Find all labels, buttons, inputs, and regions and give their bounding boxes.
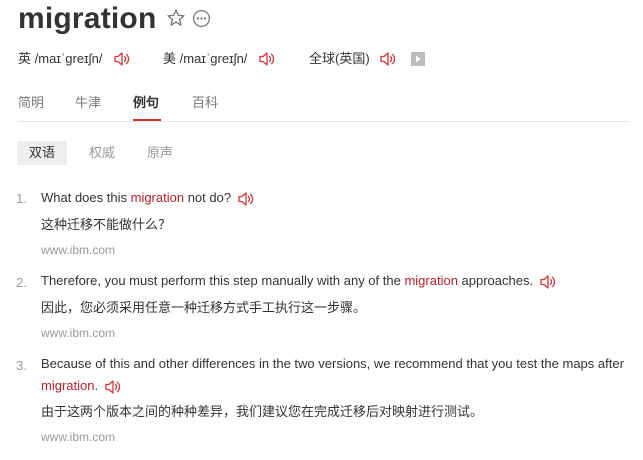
- phonetic-us-label: 美: [163, 51, 177, 66]
- example-speaker-icon[interactable]: [237, 190, 255, 208]
- example-translation-cn: 由于这两个版本之间的种种差异，我们建议您在完成迁移后对映射进行测试。: [41, 404, 484, 419]
- example-text: Therefore, you must perform this step ma…: [41, 273, 405, 288]
- example-text: .: [94, 378, 99, 393]
- phonetic-uk-label: 英: [18, 51, 32, 66]
- example-keyword: migration: [41, 378, 95, 393]
- example-sentence-en: What does this migration not do?: [41, 187, 631, 209]
- tab-concise[interactable]: 简明: [18, 94, 44, 112]
- subtab-authoritative[interactable]: 权威: [89, 141, 115, 165]
- example-text: approaches.: [457, 273, 534, 288]
- play-arrow-icon[interactable]: [411, 52, 425, 66]
- phonetic-us: 美 /maɪˈɡreɪʃn/: [163, 50, 247, 68]
- tabs-divider: [18, 121, 628, 122]
- tab-oxford[interactable]: 牛津: [75, 94, 101, 112]
- active-tab-indicator: [133, 119, 161, 121]
- example-source: www.ibm.com: [41, 326, 116, 340]
- phonetic-global: 全球(英国): [309, 50, 370, 68]
- example-text: What does this: [41, 190, 131, 205]
- example-keyword: migration: [130, 190, 185, 205]
- global-pronounce-speaker-icon[interactable]: [379, 50, 397, 68]
- phonetic-uk-ipa: /maɪˈɡreɪʃn/: [34, 51, 103, 66]
- subtab-bilingual[interactable]: 双语: [17, 141, 68, 165]
- phonetic-us-ipa: /maɪˈɡreɪʃn/: [179, 51, 248, 66]
- example-sentence-en: Therefore, you must perform this step ma…: [41, 270, 631, 292]
- example-sentence-en: Because of this and other differences in…: [41, 353, 631, 397]
- example-translation-cn: 因此，您必须采用任意一种迁移方式手工执行这一步骤。: [41, 300, 367, 315]
- more-options-icon[interactable]: [192, 9, 211, 28]
- phonetic-global-label: 全球(英国): [309, 51, 370, 66]
- example-keyword: migration: [404, 273, 458, 288]
- star-icon[interactable]: [166, 8, 186, 28]
- us-pronounce-speaker-icon[interactable]: [258, 50, 276, 68]
- example-text: Because of this and other differences in…: [41, 356, 624, 371]
- tab-examples[interactable]: 例句: [133, 94, 159, 112]
- example-source: www.ibm.com: [41, 430, 116, 444]
- example-number: 3.: [16, 358, 27, 373]
- example-speaker-icon[interactable]: [539, 273, 557, 291]
- example-source: www.ibm.com: [41, 243, 116, 257]
- subtab-original-audio[interactable]: 原声: [147, 141, 173, 165]
- example-number: 2.: [16, 275, 27, 290]
- example-speaker-icon[interactable]: [104, 378, 122, 396]
- headword: migration: [18, 2, 157, 35]
- example-number: 1.: [16, 191, 27, 206]
- uk-pronounce-speaker-icon[interactable]: [113, 50, 131, 68]
- phonetic-uk: 英 /maɪˈɡreɪʃn/: [18, 50, 102, 68]
- example-translation-cn: 这种迁移不能做什么？: [41, 217, 172, 232]
- tab-encyclopedia[interactable]: 百科: [192, 94, 218, 112]
- example-text: not do?: [184, 190, 232, 205]
